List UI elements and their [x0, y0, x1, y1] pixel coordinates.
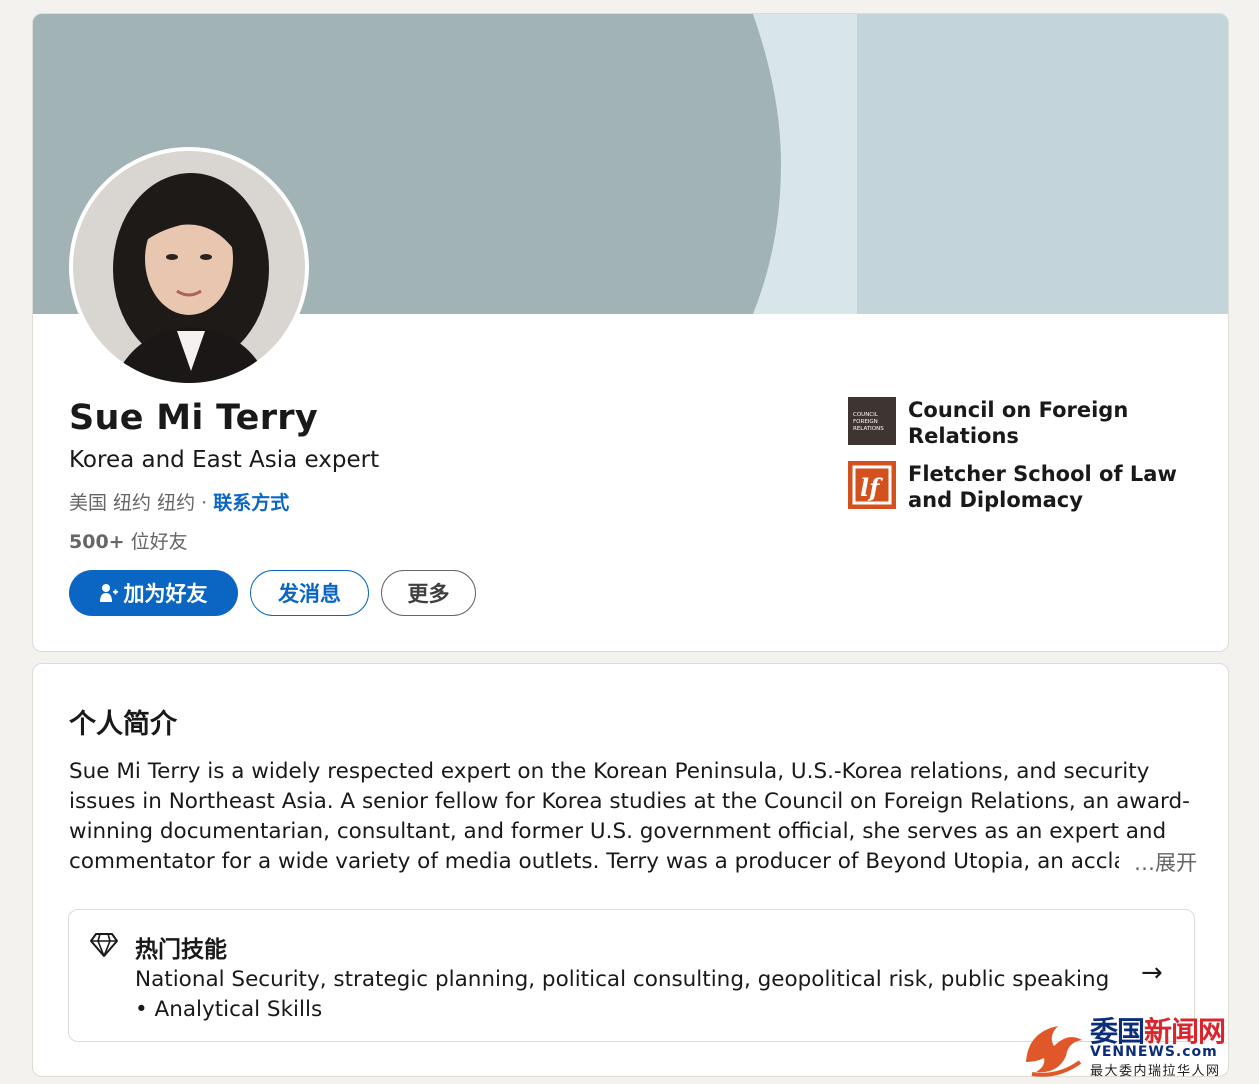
- fletcher-logo: lf: [848, 461, 896, 509]
- connect-button-label: 加为好友: [123, 582, 208, 606]
- org-cfr[interactable]: COUNCIL FOREIGN RELATIONS Council on For…: [848, 397, 1208, 449]
- more-button-label: 更多: [407, 582, 450, 606]
- profile-headline: Korea and East Asia expert: [69, 447, 380, 473]
- arrow-right-icon[interactable]: →: [1141, 958, 1163, 988]
- connect-button[interactable]: 加为好友: [69, 570, 238, 616]
- org-cfr-name: Council on Foreign Relations: [908, 398, 1129, 448]
- connections-count: 500+: [69, 531, 125, 553]
- about-line: Sue Mi Terry is a widely respected exper…: [69, 759, 1150, 784]
- more-button[interactable]: 更多: [381, 570, 476, 616]
- connections-row[interactable]: 500+ 位好友: [69, 527, 188, 554]
- about-title: 个人简介: [69, 709, 177, 740]
- cfr-logo: COUNCIL FOREIGN RELATIONS: [848, 397, 896, 445]
- message-button-label: 发消息: [278, 582, 341, 606]
- expand-link[interactable]: …展开: [1130, 847, 1197, 877]
- svg-text:RELATIONS: RELATIONS: [853, 426, 884, 432]
- dragon-logo-icon: [1026, 1026, 1082, 1077]
- connections-label: 位好友: [130, 531, 188, 553]
- about-line: commentator for a wide variety of media …: [69, 849, 1119, 874]
- location-text: 美国 纽约 纽约: [69, 492, 196, 514]
- add-person-icon: [99, 584, 118, 602]
- org-fletcher[interactable]: lf Fletcher School of Law and Diplomacy: [848, 461, 1208, 513]
- top-skills-text: National Security, strategic planning, p…: [135, 967, 1110, 1022]
- message-button[interactable]: 发消息: [250, 570, 369, 616]
- about-line: issues in Northeast Asia. A senior fello…: [69, 789, 1190, 814]
- separator: ·: [201, 492, 208, 514]
- about-text: Sue Mi Terry is a widely respected exper…: [69, 757, 1194, 877]
- org-fletcher-name: Fletcher School of Law and Diplomacy: [908, 462, 1177, 512]
- profile-photo[interactable]: [69, 147, 309, 387]
- top-skills-title: 热门技能: [135, 937, 227, 963]
- contact-info-link[interactable]: 联系方式: [213, 492, 289, 514]
- location-row: 美国 纽约 纽约 · 联系方式: [69, 488, 289, 515]
- diamond-icon: [90, 933, 118, 957]
- about-line: winning documentarian, consultant, and f…: [69, 819, 1167, 844]
- svg-text:COUNCIL: COUNCIL: [853, 412, 879, 418]
- avatar-image: [73, 151, 305, 383]
- watermark-subtitle: VENNEWS.com: [1090, 1044, 1218, 1060]
- vennews-watermark: 委国新闻网 VENNEWS.com 最大委内瑞拉华人网: [1018, 1012, 1259, 1080]
- watermark-caption: 最大委内瑞拉华人网: [1090, 1064, 1221, 1079]
- profile-name: Sue Mi Terry: [69, 398, 318, 438]
- svg-text:FOREIGN: FOREIGN: [853, 419, 878, 425]
- profile-card: Sue Mi Terry Korea and East Asia expert …: [32, 13, 1229, 652]
